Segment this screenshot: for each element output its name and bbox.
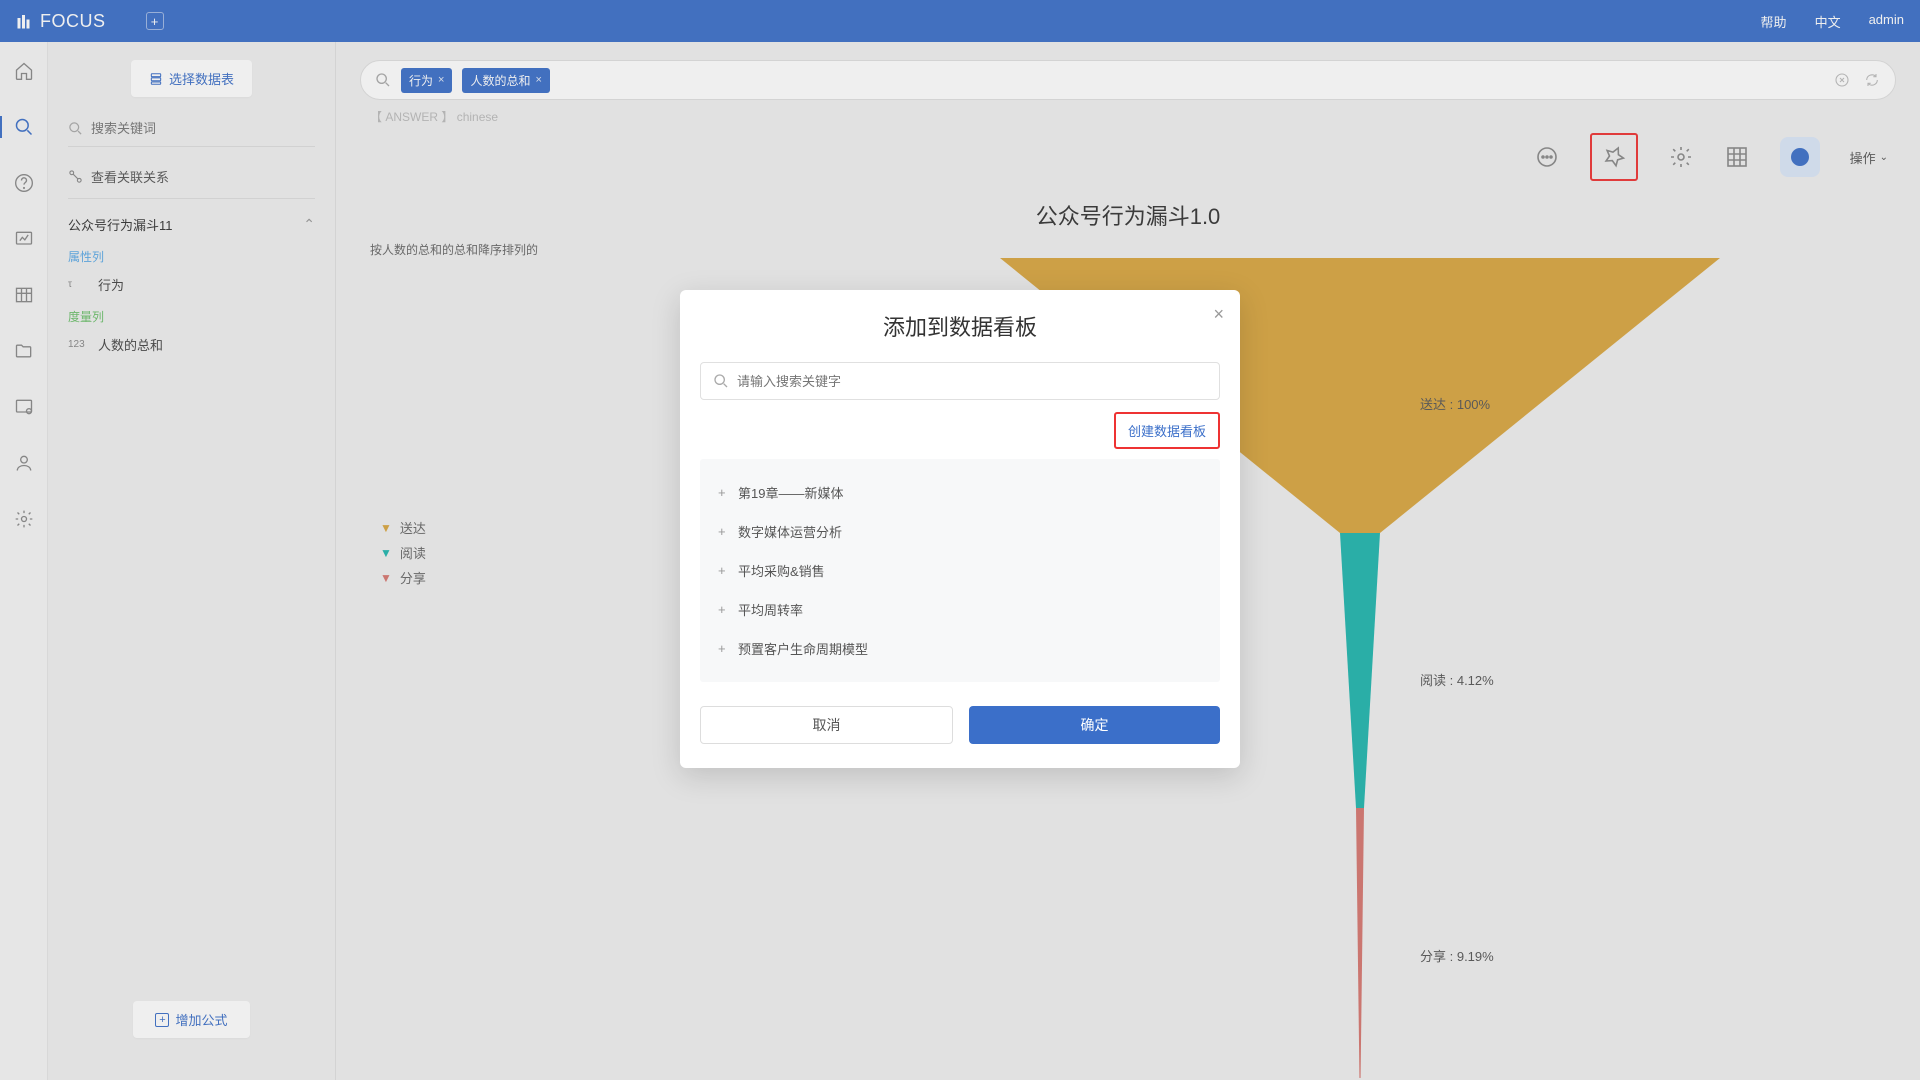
plus-icon: + <box>718 602 728 617</box>
dataset-name: 公众号行为漏斗11 <box>68 215 173 234</box>
plus-icon: + <box>718 641 728 656</box>
modal-close-button[interactable]: × <box>1213 304 1224 325</box>
refresh-icon[interactable] <box>1863 71 1881 89</box>
legend-item: ▼阅读 <box>380 543 426 562</box>
funnel-label-1: 送达 : 100% <box>1420 394 1490 413</box>
query-pill-1[interactable]: 行为× <box>401 68 452 93</box>
grid-icon[interactable] <box>1724 144 1750 170</box>
chart-title: 公众号行为漏斗1.0 <box>360 199 1896 231</box>
modal-search[interactable] <box>700 362 1220 400</box>
funnel-label-2: 阅读 : 4.12% <box>1420 670 1494 689</box>
funnel-label-3: 分享 : 9.19% <box>1420 946 1494 965</box>
query-bar[interactable]: 行为× 人数的总和× <box>360 60 1896 100</box>
user-link[interactable]: admin <box>1869 12 1904 31</box>
plus-icon: + <box>718 485 728 500</box>
gear-icon[interactable] <box>1668 144 1694 170</box>
operations-button[interactable]: 操作 ⌄ <box>1850 148 1888 167</box>
topbar: FOCUS + 帮助 中文 admin <box>0 0 1920 42</box>
view-relation-button[interactable]: 查看关联关系 <box>68 167 315 199</box>
legend-swatch-icon: ▼ <box>380 546 392 560</box>
brand-text: FOCUS <box>40 11 106 32</box>
pin-icon[interactable] <box>1590 133 1638 181</box>
lang-link[interactable]: 中文 <box>1815 12 1841 31</box>
legend: ▼送达 ▼阅读 ▼分享 <box>380 518 426 593</box>
chevron-up-icon: ⌃ <box>303 216 315 233</box>
add-tab-button[interactable]: + <box>146 12 164 30</box>
dashboard-icon[interactable] <box>13 228 35 250</box>
remove-pill-icon[interactable]: × <box>438 74 444 86</box>
dashboard-list-item[interactable]: +平均采购&销售 <box>718 551 1202 590</box>
brand-logo: FOCUS <box>16 11 106 32</box>
add-formula-label: 增加公式 <box>175 1010 227 1029</box>
legend-swatch-icon: ▼ <box>380 521 392 535</box>
search-icon <box>713 373 729 389</box>
cog-small-icon[interactable] <box>13 396 35 418</box>
dataset-toggle[interactable]: 公众号行为漏斗11 ⌃ <box>68 215 315 234</box>
comment-icon[interactable] <box>1534 144 1560 170</box>
plus-icon: + <box>718 563 728 578</box>
ok-button[interactable]: 确定 <box>969 706 1220 744</box>
cancel-button[interactable]: 取消 <box>700 706 953 744</box>
metric-section-label: 度量列 <box>68 308 315 325</box>
legend-item: ▼送达 <box>380 518 426 537</box>
attribute-section-label: 属性列 <box>68 248 315 265</box>
clear-icon[interactable] <box>1833 71 1851 89</box>
add-formula-button[interactable]: + 增加公式 <box>133 1001 249 1038</box>
dashboard-list-item[interactable]: +预置客户生命周期模型 <box>718 629 1202 668</box>
sidebar-search-input[interactable] <box>91 121 315 136</box>
search-icon <box>375 72 391 88</box>
number-type-icon: 123 <box>68 339 88 350</box>
modal-search-input[interactable] <box>737 374 1207 389</box>
query-pill-2[interactable]: 人数的总和× <box>462 68 549 93</box>
field-attr-row[interactable]: τ 行为 <box>68 275 315 294</box>
dashboard-list-item[interactable]: +平均周转率 <box>718 590 1202 629</box>
sort-note: 按人数的总和的总和降序排列的 <box>370 241 1896 258</box>
home-icon[interactable] <box>13 60 35 82</box>
add-to-dashboard-modal: × 添加到数据看板 创建数据看板 +第19章——新媒体 +数字媒体运营分析 +平… <box>680 290 1240 768</box>
relation-icon <box>68 169 83 184</box>
select-datasource-button[interactable]: 选择数据表 <box>131 60 252 97</box>
remove-pill-icon[interactable]: × <box>535 74 541 86</box>
legend-item: ▼分享 <box>380 568 426 587</box>
chevron-down-icon: ⌄ <box>1880 152 1888 163</box>
modal-title: 添加到数据看板 <box>680 310 1240 342</box>
select-ds-label: 选择数据表 <box>169 69 234 88</box>
nav-rail <box>0 42 48 1080</box>
create-dashboard-button[interactable]: 创建数据看板 <box>1114 412 1220 449</box>
plus-icon: + <box>155 1013 169 1027</box>
side-panel: 选择数据表 查看关联关系 公众号行为漏斗11 ⌃ 属性列 τ 行为 度量列 12… <box>48 42 336 1080</box>
datasource-icon <box>149 72 163 86</box>
logo-icon <box>16 12 34 30</box>
dashboard-list-item[interactable]: +数字媒体运营分析 <box>718 512 1202 551</box>
search-icon <box>68 121 83 136</box>
help-link[interactable]: 帮助 <box>1761 12 1787 31</box>
plus-icon: + <box>718 524 728 539</box>
legend-swatch-icon: ▼ <box>380 571 392 585</box>
user-icon[interactable] <box>13 452 35 474</box>
field-metric-row[interactable]: 123 人数的总和 <box>68 335 315 354</box>
relation-label: 查看关联关系 <box>91 167 169 186</box>
settings-icon[interactable] <box>13 508 35 530</box>
dashboard-list: +第19章——新媒体 +数字媒体运营分析 +平均采购&销售 +平均周转率 +预置… <box>700 459 1220 682</box>
chart-type-icon[interactable] <box>1780 137 1820 177</box>
search-icon[interactable] <box>0 116 35 138</box>
help-icon[interactable] <box>13 172 35 194</box>
folder-icon[interactable] <box>13 340 35 362</box>
field-metric-label: 人数的总和 <box>98 335 163 354</box>
text-type-icon: τ <box>68 279 88 290</box>
dashboard-list-item[interactable]: +第19章——新媒体 <box>718 473 1202 512</box>
answer-line: 【 ANSWER 】 chinese <box>370 108 1896 125</box>
table-icon[interactable] <box>13 284 35 306</box>
field-attr-label: 行为 <box>98 275 124 294</box>
